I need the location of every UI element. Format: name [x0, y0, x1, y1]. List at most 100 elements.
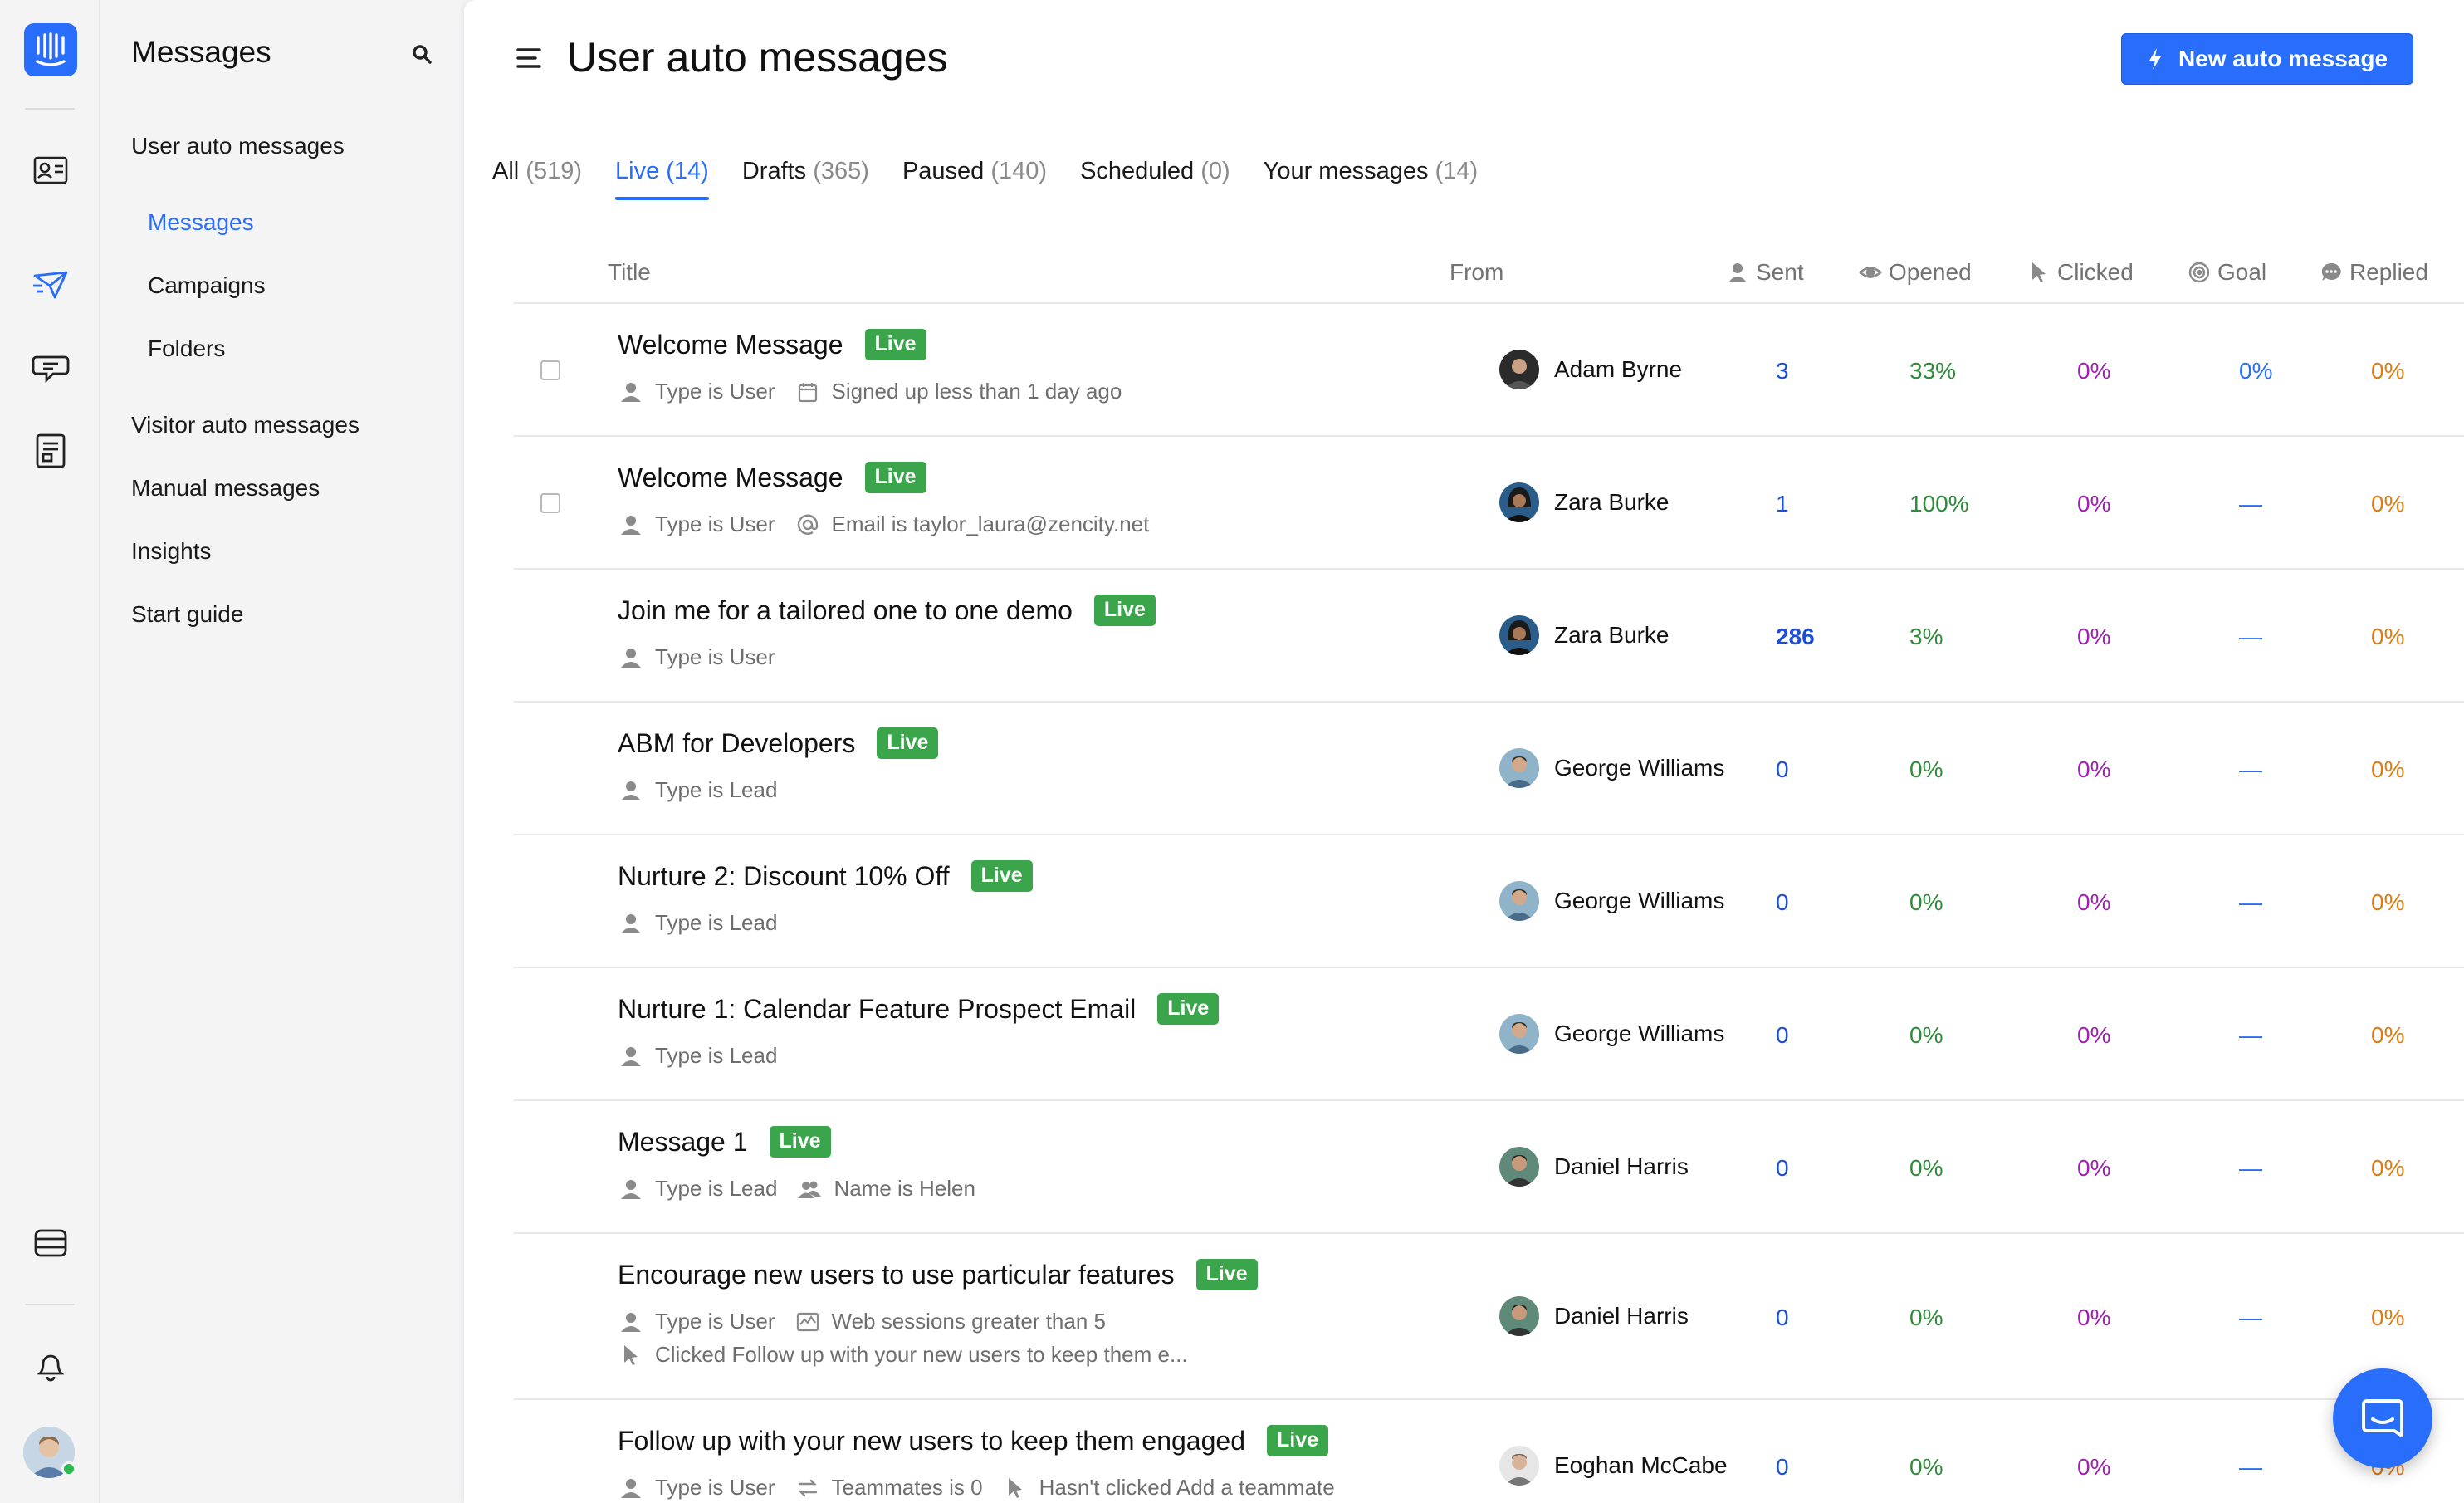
sent-count[interactable]: 0: [1776, 1022, 1789, 1049]
rail-divider: [25, 1304, 75, 1305]
sender-avatar: [1499, 482, 1539, 522]
column-sent[interactable]: Sent: [1726, 259, 1804, 286]
tab-live[interactable]: Live (14): [615, 158, 709, 200]
sent-count[interactable]: 0: [1776, 1454, 1789, 1481]
apps-icon[interactable]: [28, 1221, 73, 1266]
rail-divider: [25, 108, 75, 110]
tab-all[interactable]: All (519): [492, 158, 582, 197]
clicked-rate: 0%: [2077, 1305, 2111, 1330]
message-title[interactable]: Encourage new users to use particular fe…: [618, 1259, 1258, 1290]
message-title-text: Encourage new users to use particular fe…: [618, 1259, 1175, 1290]
sender-avatar: [1499, 615, 1539, 655]
tab-count: (14): [666, 158, 709, 184]
message-title-text: Welcome Message: [618, 462, 843, 492]
nav-item-start-guide[interactable]: Start guide: [131, 601, 243, 628]
nav-item-messages[interactable]: Messages: [148, 209, 254, 236]
inbox-icon[interactable]: [28, 345, 73, 390]
column-goal[interactable]: Goal: [2188, 259, 2266, 286]
contacts-icon[interactable]: [28, 148, 73, 193]
sent-count[interactable]: 1: [1776, 491, 1789, 517]
opened-rate: 3%: [1909, 624, 1943, 649]
column-clicked[interactable]: Clicked: [2027, 259, 2134, 286]
message-title-text: Follow up with your new users to keep th…: [618, 1425, 1245, 1456]
table-row[interactable]: Encourage new users to use particular fe…: [514, 1234, 2464, 1400]
row-checkbox[interactable]: [540, 360, 560, 380]
message-title[interactable]: Welcome Message Live: [618, 462, 926, 493]
activity-icon: [796, 1312, 819, 1331]
tab-scheduled[interactable]: Scheduled (0): [1080, 158, 1230, 197]
goal-rate: —: [2239, 1155, 2262, 1181]
status-badge: Live: [1093, 595, 1156, 626]
table-row[interactable]: Nurture 1: Calendar Feature Prospect Ema…: [514, 968, 2464, 1101]
intercom-logo-icon[interactable]: [24, 23, 77, 76]
sender: George Williams: [1499, 1014, 1724, 1054]
tab-drafts[interactable]: Drafts (365): [742, 158, 869, 197]
outbound-icon[interactable]: [28, 262, 73, 307]
nav-item-folders[interactable]: Folders: [148, 335, 225, 362]
rule-text: Type is User: [655, 644, 775, 669]
table-row[interactable]: Message 1 Live Type is Lead Name is Helen…: [514, 1101, 2464, 1234]
messenger-launcher-button[interactable]: [2333, 1368, 2432, 1468]
message-title[interactable]: Join me for a tailored one to one demo Li…: [618, 595, 1156, 626]
tab-your-messages[interactable]: Your messages (14): [1264, 158, 1478, 197]
table-row[interactable]: Nurture 2: Discount 10% Off Live Type is …: [514, 835, 2464, 968]
sent-count[interactable]: 0: [1776, 756, 1789, 783]
sender-name: Zara Burke: [1554, 489, 1670, 515]
message-title[interactable]: ABM for Developers Live: [618, 727, 939, 759]
page-title: User auto messages: [567, 34, 948, 81]
goal-rate: —: [2239, 1305, 2262, 1330]
message-title[interactable]: Message 1 Live: [618, 1126, 831, 1158]
message-title[interactable]: Nurture 1: Calendar Feature Prospect Ema…: [618, 993, 1220, 1025]
articles-icon[interactable]: [28, 428, 73, 473]
sent-count[interactable]: 3: [1776, 358, 1789, 384]
tab-paused[interactable]: Paused (140): [902, 158, 1047, 197]
column-from[interactable]: From: [1450, 259, 1503, 286]
sender-avatar: [1499, 1296, 1539, 1336]
row-checkbox[interactable]: [540, 493, 560, 513]
message-title-text: ABM for Developers: [618, 727, 856, 758]
clicked-rate: 0%: [2077, 1454, 2111, 1480]
sent-count[interactable]: 286: [1776, 624, 1815, 650]
sender: George Williams: [1499, 748, 1724, 788]
tab-label: Drafts: [741, 158, 807, 184]
opened-rate: 0%: [1909, 1305, 1943, 1330]
status-badge: Live: [864, 462, 926, 493]
message-title-text: Nurture 1: Calendar Feature Prospect Ema…: [618, 993, 1137, 1024]
table-row[interactable]: Welcome Message Live Type is User Email i…: [514, 437, 2464, 570]
nav-item-insights[interactable]: Insights: [131, 538, 212, 565]
rule-text: Email is taylor_laura@zencity.net: [831, 512, 1150, 536]
nav-item-campaigns[interactable]: Campaigns: [148, 272, 266, 299]
table-row[interactable]: ABM for Developers Live Type is Lead Geor…: [514, 703, 2464, 835]
column-opened[interactable]: Opened: [1859, 259, 1972, 286]
sender-name: George Williams: [1554, 1021, 1725, 1046]
message-title[interactable]: Follow up with your new users to keep th…: [618, 1425, 1329, 1456]
message-title[interactable]: Welcome Message Live: [618, 329, 926, 360]
search-icon[interactable]: [408, 40, 438, 70]
opened-rate: 0%: [1909, 889, 1943, 915]
table-row[interactable]: Follow up with your new users to keep th…: [514, 1400, 2464, 1503]
table-row[interactable]: Join me for a tailored one to one demo Li…: [514, 570, 2464, 703]
clicked-rate: 0%: [2077, 491, 2111, 517]
nav-item-user-auto-messages[interactable]: User auto messages: [131, 133, 345, 159]
menu-icon[interactable]: [516, 47, 542, 70]
sent-count[interactable]: 0: [1776, 889, 1789, 916]
new-auto-message-button[interactable]: New auto message: [2121, 33, 2413, 85]
sent-count[interactable]: 0: [1776, 1305, 1789, 1331]
column-replied[interactable]: Replied: [2320, 259, 2428, 286]
notifications-icon[interactable]: [28, 1344, 73, 1388]
user-icon: [621, 913, 641, 933]
sent-count[interactable]: 0: [1776, 1155, 1789, 1182]
table-row[interactable]: Welcome Message Live Type is User Signed …: [514, 304, 2464, 437]
tab-label: Paused: [902, 158, 985, 184]
message-title[interactable]: Nurture 2: Discount 10% Off Live: [618, 860, 1033, 892]
column-title[interactable]: Title: [608, 259, 651, 286]
replied-rate: 0%: [2371, 624, 2405, 649]
tab-label: Scheduled: [1080, 158, 1195, 184]
cursor-icon: [2032, 262, 2046, 282]
nav-item-manual-messages[interactable]: Manual messages: [131, 475, 320, 502]
chat-bubble-icon: [2321, 262, 2341, 281]
replied-rate: 0%: [2371, 889, 2405, 915]
nav-item-visitor-auto-messages[interactable]: Visitor auto messages: [131, 412, 359, 438]
user-icon: [621, 1179, 641, 1199]
rule-text: Type is User: [655, 1475, 775, 1500]
